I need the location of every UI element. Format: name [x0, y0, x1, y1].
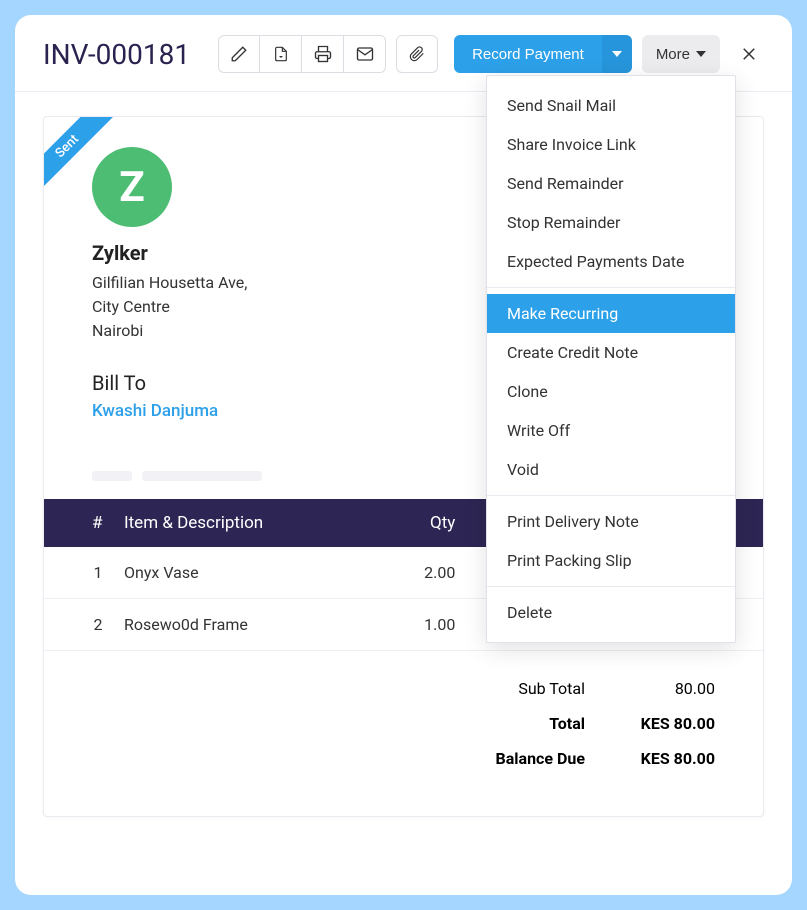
- balance-value: KES 80.00: [615, 749, 715, 768]
- more-button[interactable]: More: [642, 35, 720, 73]
- balance-label: Balance Due: [465, 749, 585, 768]
- total-row: Total KES 80.00: [92, 706, 715, 741]
- dd-item-write-off[interactable]: Write Off: [487, 411, 735, 450]
- col-qty: Qty: [380, 499, 466, 547]
- printer-icon: [314, 45, 332, 63]
- close-icon: [740, 45, 758, 63]
- balance-row: Balance Due KES 80.00: [92, 741, 715, 776]
- cell-desc: Onyx Vase: [114, 547, 380, 599]
- record-payment-caret-button[interactable]: [602, 35, 632, 73]
- dd-item-void[interactable]: Void: [487, 450, 735, 489]
- dd-group: Send Snail Mail Share Invoice Link Send …: [487, 76, 735, 281]
- dd-item-make-recurring[interactable]: Make Recurring: [487, 294, 735, 333]
- dd-item-send-snail-mail[interactable]: Send Snail Mail: [487, 86, 735, 125]
- dd-separator: [487, 586, 735, 587]
- dd-item-send-remainder[interactable]: Send Remainder: [487, 164, 735, 203]
- dd-item-clone[interactable]: Clone: [487, 372, 735, 411]
- cell-qty: 2.00: [380, 547, 466, 599]
- paperclip-icon: [409, 45, 425, 63]
- edit-button[interactable]: [218, 35, 260, 73]
- pdf-icon: [273, 45, 289, 63]
- subtotal-row: Sub Total 80.00: [92, 671, 715, 706]
- dd-item-expected-payments-date[interactable]: Expected Payments Date: [487, 242, 735, 281]
- invoice-title: INV-000181: [43, 38, 190, 71]
- subtotal-label: Sub Total: [465, 679, 585, 698]
- dd-item-stop-remainder[interactable]: Stop Remainder: [487, 203, 735, 242]
- company-logo: Z: [92, 147, 172, 227]
- totals-block: Sub Total 80.00 Total KES 80.00 Balance …: [44, 651, 763, 776]
- total-value: KES 80.00: [615, 714, 715, 733]
- dd-item-share-invoice-link[interactable]: Share Invoice Link: [487, 125, 735, 164]
- email-button[interactable]: [344, 35, 386, 73]
- bill-to-block: Bill To Kwashi Danjuma: [92, 371, 218, 441]
- bill-to-label: Bill To: [92, 371, 218, 395]
- col-index: #: [44, 499, 114, 547]
- pdf-button[interactable]: [260, 35, 302, 73]
- mail-icon: [356, 45, 374, 63]
- cell-index: 1: [44, 547, 114, 599]
- toolbar: [218, 35, 438, 73]
- caret-down-icon: [696, 51, 706, 57]
- toolbar-icon-group: [218, 35, 386, 73]
- more-dropdown: Send Snail Mail Share Invoice Link Send …: [486, 75, 736, 643]
- dd-group: Delete: [487, 593, 735, 642]
- dd-item-create-credit-note[interactable]: Create Credit Note: [487, 333, 735, 372]
- dd-separator: [487, 287, 735, 288]
- col-description: Item & Description: [114, 499, 380, 547]
- close-button[interactable]: [734, 39, 764, 69]
- dd-item-print-packing-slip[interactable]: Print Packing Slip: [487, 541, 735, 580]
- dd-item-delete[interactable]: Delete: [487, 593, 735, 632]
- dd-group: Print Delivery Note Print Packing Slip: [487, 502, 735, 580]
- placeholder-bar: [92, 471, 132, 481]
- total-label: Total: [465, 714, 585, 733]
- subtotal-value: 80.00: [615, 679, 715, 698]
- cell-desc: Rosewo0d Frame: [114, 599, 380, 651]
- app-window: INV-000181: [15, 15, 792, 895]
- dd-group: Make Recurring Create Credit Note Clone …: [487, 294, 735, 489]
- caret-down-icon: [612, 51, 622, 57]
- cell-qty: 1.00: [380, 599, 466, 651]
- record-payment-button[interactable]: Record Payment: [454, 35, 602, 73]
- dd-separator: [487, 495, 735, 496]
- print-button[interactable]: [302, 35, 344, 73]
- record-payment-split-button: Record Payment: [454, 35, 632, 73]
- placeholder-bar: [142, 471, 262, 481]
- cell-index: 2: [44, 599, 114, 651]
- bill-to-customer-link[interactable]: Kwashi Danjuma: [92, 401, 218, 421]
- pencil-icon: [230, 45, 248, 63]
- attach-button[interactable]: [396, 35, 438, 73]
- more-label: More: [656, 46, 690, 63]
- dd-item-print-delivery-note[interactable]: Print Delivery Note: [487, 502, 735, 541]
